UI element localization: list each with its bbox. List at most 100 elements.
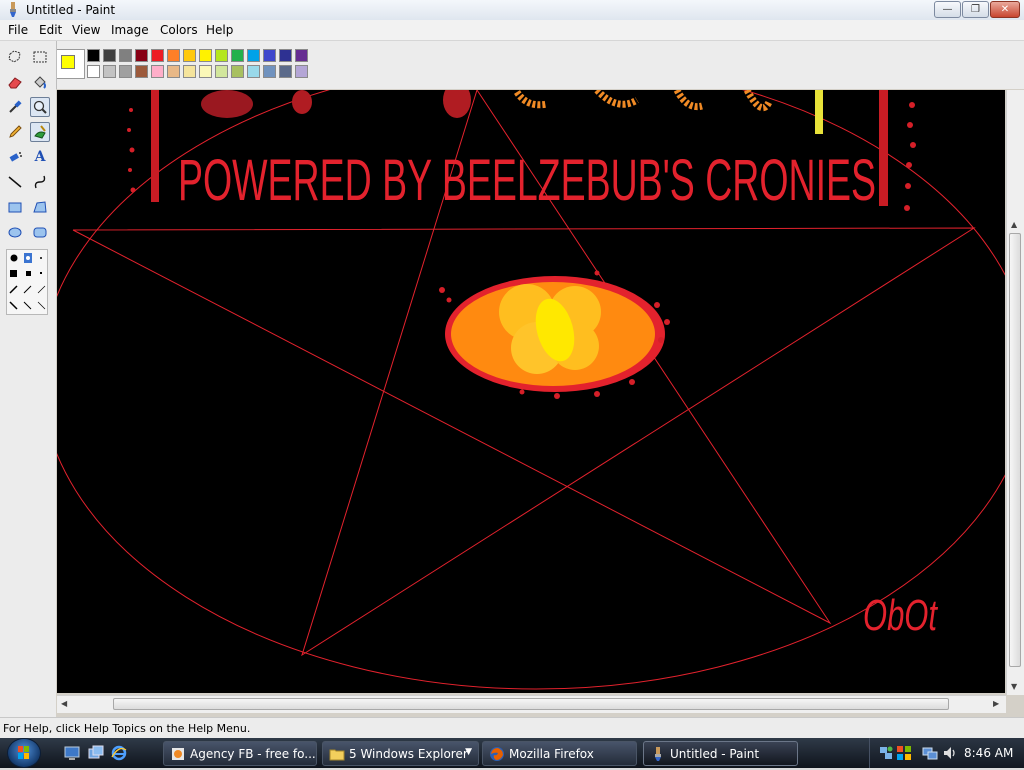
rectangle-icon (8, 202, 22, 213)
brush-tool[interactable] (30, 122, 50, 142)
internet-explorer-icon[interactable] (111, 745, 127, 761)
palette-swatch[interactable] (183, 49, 196, 62)
magnifier-icon (33, 100, 47, 114)
palette-swatch[interactable] (103, 65, 116, 78)
pencil-icon (9, 125, 22, 138)
palette-swatch[interactable] (231, 49, 244, 62)
palette-swatch[interactable] (231, 65, 244, 78)
text-icon: A (34, 149, 46, 165)
ellipse-tool[interactable] (5, 222, 25, 242)
taskbar-item-windows-explorer[interactable]: 5 Windows Explorer ▼ (322, 741, 479, 766)
toolbox (0, 41, 57, 717)
rounded-rectangle-tool[interactable] (30, 222, 50, 242)
magnifier-tool[interactable] (30, 97, 50, 117)
palette-swatch[interactable] (167, 49, 180, 62)
palette-swatch[interactable] (135, 49, 148, 62)
maximize-button[interactable]: ❐ (962, 1, 989, 18)
vertical-scroll-thumb[interactable] (1009, 233, 1021, 667)
scroll-left-arrow-icon[interactable]: ◀ (61, 699, 67, 708)
folder-icon (329, 749, 345, 761)
eraser-tool[interactable] (5, 72, 25, 92)
security-center-icon[interactable] (896, 745, 912, 761)
taskbar-item-firefox[interactable]: Mozilla Firefox (482, 741, 637, 766)
palette-swatch[interactable] (295, 49, 308, 62)
foreground-color[interactable] (61, 55, 75, 69)
horizontal-scrollbar[interactable]: ◀ ▶ (57, 695, 1006, 713)
palette-swatch[interactable] (247, 65, 260, 78)
clock[interactable]: 8:46 AM (964, 746, 1013, 760)
palette-swatch[interactable] (279, 49, 292, 62)
palette-swatch[interactable] (199, 65, 212, 78)
palette-swatch[interactable] (103, 49, 116, 62)
vertical-scrollbar[interactable]: ▲ ▼ (1006, 90, 1024, 695)
pick-color-tool[interactable] (5, 97, 25, 117)
curve-icon (34, 175, 46, 189)
status-bar: For Help, click Help Topics on the Help … (0, 717, 1024, 739)
scroll-right-arrow-icon[interactable]: ▶ (993, 699, 999, 708)
windows-logo-icon (18, 746, 29, 759)
tool-options (6, 249, 48, 315)
select-tool[interactable] (30, 47, 50, 67)
free-form-select-tool[interactable] (5, 47, 25, 67)
palette-swatch[interactable] (151, 65, 164, 78)
firefox-icon (490, 747, 504, 761)
horizontal-scroll-thumb[interactable] (113, 698, 949, 710)
network-connection-icon[interactable] (922, 745, 938, 761)
airbrush-icon (9, 152, 22, 162)
palette-swatch[interactable] (215, 65, 228, 78)
system-tray: 8:46 AM (869, 738, 1024, 768)
palette-swatch[interactable] (151, 49, 164, 62)
rectangle-tool[interactable] (5, 197, 25, 217)
menu-file[interactable]: File (8, 23, 28, 37)
taskbar-item-label: 5 Windows Explorer (349, 746, 468, 761)
eraser-icon (8, 77, 22, 89)
palette-swatch[interactable] (215, 49, 228, 62)
start-button[interactable] (8, 739, 40, 767)
curve-tool[interactable] (30, 172, 50, 192)
close-button[interactable]: ✕ (990, 1, 1020, 18)
palette-swatch[interactable] (263, 49, 276, 62)
show-desktop-icon[interactable] (64, 745, 80, 761)
palette-swatch[interactable] (119, 49, 132, 62)
palette-swatch[interactable] (279, 65, 292, 78)
scroll-down-arrow-icon[interactable]: ▼ (1011, 682, 1017, 691)
palette-swatch[interactable] (135, 65, 148, 78)
switch-windows-icon[interactable] (88, 745, 104, 761)
menu-view[interactable]: View (72, 23, 100, 37)
palette-swatch[interactable] (263, 65, 276, 78)
polygon-icon (33, 201, 47, 213)
scroll-up-arrow-icon[interactable]: ▲ (1011, 220, 1017, 229)
drawing-canvas[interactable]: POWERED BY BEELZEBUB'S CRONIES ObOt (57, 90, 1005, 693)
brush-shapes-icon[interactable] (7, 250, 49, 316)
polygon-tool[interactable] (30, 197, 50, 217)
menu-image[interactable]: Image (111, 23, 149, 37)
palette-swatch[interactable] (199, 49, 212, 62)
status-help-text: For Help, click Help Topics on the Help … (3, 722, 251, 735)
palette-swatch[interactable] (295, 65, 308, 78)
taskbar-item-agency-fb[interactable]: Agency FB - free fo... (163, 741, 317, 766)
menu-edit[interactable]: Edit (39, 23, 62, 37)
fill-with-color-tool[interactable] (30, 72, 50, 92)
palette-swatch[interactable] (87, 65, 100, 78)
network-icon[interactable] (878, 745, 894, 761)
palette-swatch[interactable] (167, 65, 180, 78)
palette-swatch[interactable] (247, 49, 260, 62)
airbrush-tool[interactable] (5, 147, 25, 167)
text-tool[interactable]: A (30, 147, 50, 167)
menu-help[interactable]: Help (206, 23, 233, 37)
line-tool[interactable] (5, 172, 25, 192)
current-colors-indicator[interactable] (55, 49, 85, 79)
taskbar-item-paint[interactable]: Untitled - Paint (643, 741, 798, 766)
palette-swatch[interactable] (183, 65, 196, 78)
group-dropdown-icon[interactable]: ▼ (465, 747, 472, 757)
window-title: Untitled - Paint (26, 3, 116, 17)
taskbar-item-label: Agency FB - free fo... (190, 746, 316, 761)
menu-colors[interactable]: Colors (160, 23, 198, 37)
pencil-tool[interactable] (5, 122, 25, 142)
volume-icon[interactable] (942, 745, 958, 761)
line-icon (8, 176, 22, 188)
fill-with-color-icon (34, 76, 46, 89)
palette-swatch[interactable] (87, 49, 100, 62)
minimize-button[interactable]: — (934, 1, 961, 18)
palette-swatch[interactable] (119, 65, 132, 78)
